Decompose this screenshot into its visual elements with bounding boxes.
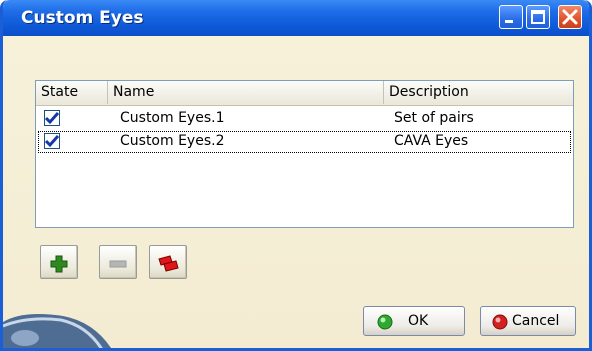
- list-header: State Name Description: [36, 81, 573, 106]
- plus-icon: [50, 255, 68, 273]
- check-icon: [44, 135, 60, 148]
- cancel-label: Cancel: [512, 313, 560, 329]
- check-icon: [44, 112, 60, 125]
- column-header-description[interactable]: Description: [384, 81, 573, 104]
- minus-icon: [109, 260, 127, 268]
- column-header-state[interactable]: State: [36, 81, 108, 104]
- list-row[interactable]: Custom Eyes.1 Set of pairs: [38, 108, 571, 130]
- row-name: Custom Eyes.1: [120, 110, 225, 126]
- remove-button[interactable]: [99, 245, 137, 279]
- close-button[interactable]: [558, 5, 582, 29]
- state-checkbox[interactable]: [44, 133, 60, 149]
- close-icon: [562, 9, 578, 25]
- red-dot-icon: [492, 314, 508, 330]
- minimize-icon: [505, 20, 513, 23]
- decorative-swoosh: [3, 314, 111, 348]
- cancel-button[interactable]: Cancel: [480, 306, 576, 336]
- ok-button[interactable]: OK: [363, 306, 465, 336]
- custom-eyes-list[interactable]: State Name Description Custom Eyes.1 Set…: [35, 80, 574, 228]
- minimize-button[interactable]: [499, 5, 523, 29]
- list-row[interactable]: Custom Eyes.2 CAVA Eyes: [38, 131, 571, 153]
- title-bar[interactable]: Custom Eyes: [3, 0, 589, 36]
- ok-label: OK: [408, 313, 429, 329]
- add-button[interactable]: [40, 245, 78, 279]
- window-title: Custom Eyes: [21, 8, 144, 28]
- maximize-icon: [531, 10, 545, 24]
- row-description: Set of pairs: [394, 110, 474, 126]
- custom-eyes-dialog: Custom Eyes State Name Description Custo…: [0, 0, 592, 351]
- maximize-button[interactable]: [526, 5, 550, 29]
- row-description: CAVA Eyes: [394, 133, 469, 149]
- duplicate-icon: [158, 255, 179, 272]
- duplicate-button[interactable]: [149, 245, 187, 279]
- column-header-name[interactable]: Name: [108, 81, 384, 104]
- green-dot-icon: [377, 314, 393, 330]
- state-checkbox[interactable]: [44, 110, 60, 126]
- row-name: Custom Eyes.2: [120, 133, 225, 149]
